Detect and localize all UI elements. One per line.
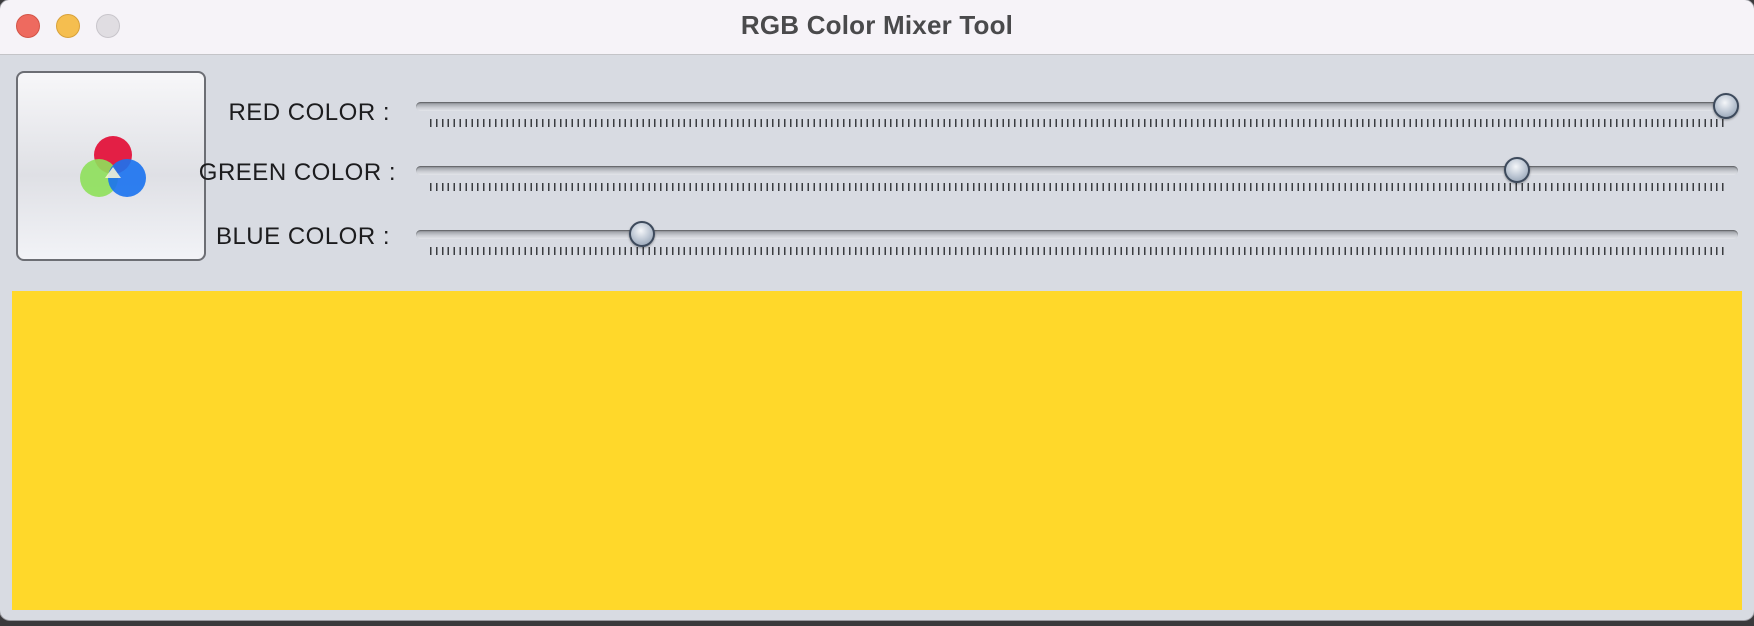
- slider-track[interactable]: [416, 230, 1738, 239]
- slider-ticks: [430, 247, 1726, 255]
- green-slider[interactable]: [414, 145, 1740, 205]
- slider-ticks: [430, 119, 1726, 127]
- slider-thumb[interactable]: [628, 221, 655, 247]
- slider-thumb[interactable]: [1504, 157, 1531, 183]
- blue-color-label: BLUE COLOR :: [215, 223, 390, 250]
- app-window: RGB Color Mixer Tool RED COLOR : GREEN C…: [0, 0, 1754, 620]
- window-title: RGB Color Mixer Tool: [740, 10, 1014, 40]
- slider-thumb[interactable]: [1713, 93, 1739, 119]
- blue-slider[interactable]: [414, 209, 1740, 269]
- slider-ticks: [430, 183, 1726, 191]
- green-color-label: GREEN COLOR :: [198, 159, 396, 186]
- color-preview-panel: [12, 291, 1742, 610]
- slider-track[interactable]: [416, 102, 1738, 111]
- red-color-label: RED COLOR :: [228, 99, 390, 126]
- slider-track[interactable]: [416, 166, 1738, 175]
- title-bar: RGB Color Mixer Tool: [0, 0, 1754, 55]
- red-slider[interactable]: [414, 81, 1740, 141]
